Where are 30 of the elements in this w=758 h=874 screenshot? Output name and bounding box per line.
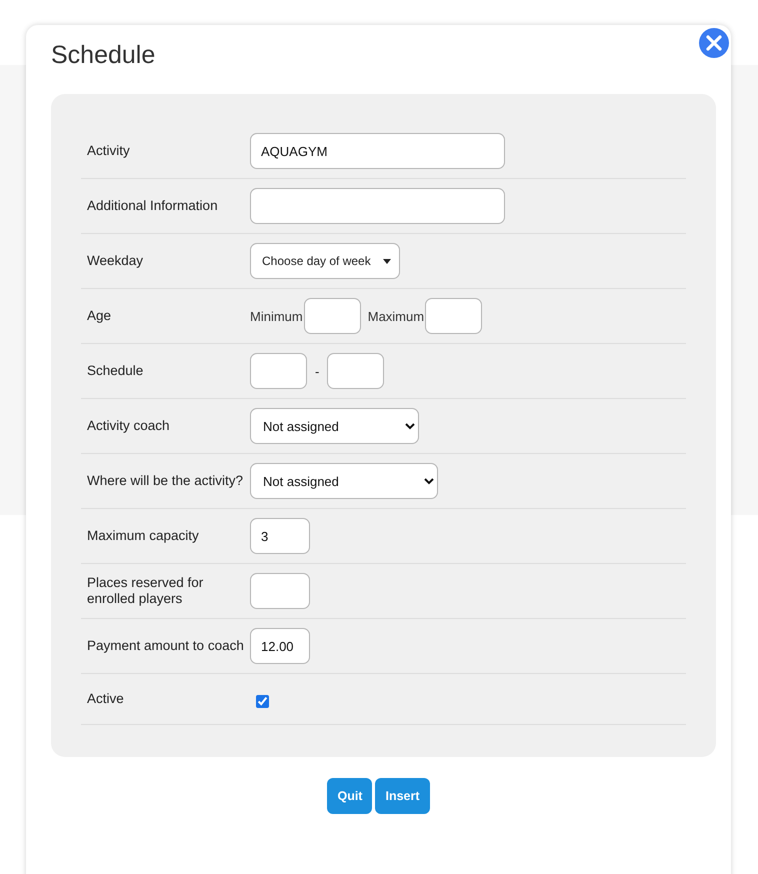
text-field[interactable]: AQUAGYM xyxy=(250,133,505,169)
minimum-field[interactable] xyxy=(304,298,361,334)
maximum-label: Maximum xyxy=(368,308,424,324)
select-field[interactable]: Not assigned xyxy=(250,463,438,499)
field-label: Additional Information xyxy=(87,198,219,214)
field-label: Activity xyxy=(87,143,131,159)
field-label: Places reserved for enrolled players xyxy=(87,575,204,607)
field-label: Activity coach xyxy=(87,418,171,434)
field-label: Age xyxy=(87,308,112,324)
field-label: Payment amount to coach xyxy=(87,638,245,654)
field-label: Schedule xyxy=(87,363,144,379)
active-checkbox[interactable] xyxy=(256,694,269,708)
start-time-field[interactable] xyxy=(250,353,307,389)
maximum-field[interactable] xyxy=(425,298,482,334)
number-field[interactable] xyxy=(250,573,310,609)
field-label: Where will be the activity? xyxy=(87,473,244,489)
number-field[interactable]: 3 xyxy=(250,518,310,554)
text-field[interactable] xyxy=(250,188,505,224)
field-label: Maximum capacity xyxy=(87,528,200,544)
dialog-title: Schedule xyxy=(51,41,156,71)
weekday-dropdown[interactable]: Choose day of week xyxy=(250,243,400,279)
select-field[interactable]: Not assigned xyxy=(250,408,419,444)
close-icon[interactable] xyxy=(698,27,730,59)
field-label: Active xyxy=(87,691,125,707)
field-label: Weekday xyxy=(87,253,144,269)
caret-icon xyxy=(383,258,391,264)
end-time-field[interactable] xyxy=(327,353,384,389)
range-separator: - xyxy=(315,364,320,378)
minimum-label: Minimum xyxy=(250,308,303,324)
number-field[interactable]: 12.00 xyxy=(250,628,310,664)
